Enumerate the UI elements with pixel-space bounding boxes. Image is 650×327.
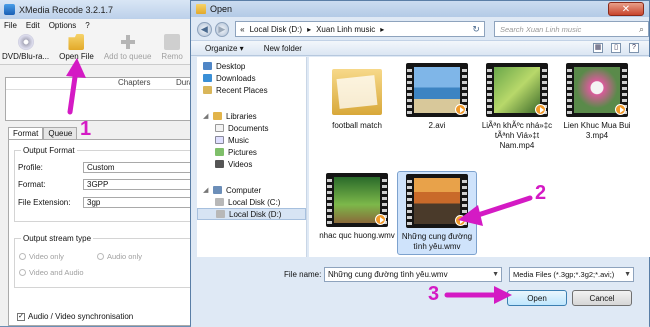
arrow-2-head bbox=[458, 205, 483, 226]
arrow-2-shaft bbox=[472, 195, 533, 219]
annotation-2: 2 bbox=[535, 182, 547, 204]
annotation-1: 1 bbox=[80, 118, 92, 140]
annotation-3: 3 bbox=[428, 283, 440, 305]
arrow-1-head bbox=[66, 58, 86, 78]
arrow-3-head bbox=[494, 286, 512, 304]
annotation-arrows bbox=[66, 58, 533, 304]
